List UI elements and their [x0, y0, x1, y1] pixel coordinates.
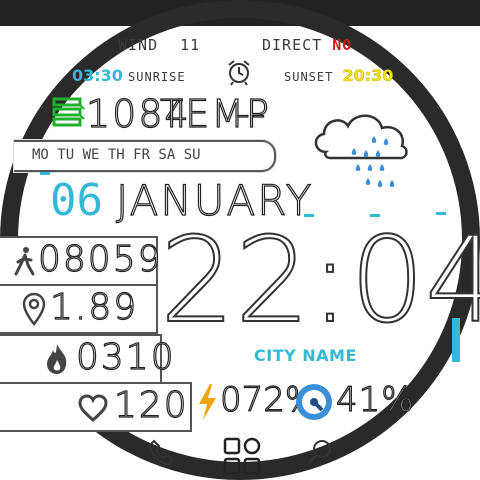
- stat-calories[interactable]: 0310: [0, 334, 174, 384]
- apps-grid-icon[interactable]: [222, 436, 262, 476]
- heart-icon: [78, 394, 108, 422]
- accent-bar: [452, 318, 460, 362]
- clock-time: 22:04: [159, 211, 480, 349]
- stat-distance[interactable]: 1.89: [0, 284, 158, 334]
- walking-person-icon: [14, 247, 35, 276]
- distance-value: 1.89: [49, 287, 139, 328]
- date-day: 06: [50, 175, 103, 226]
- altitude-readout: ALT 249: [204, 3, 276, 22]
- stat-steps[interactable]: 08059: [0, 236, 161, 286]
- weekday-strip: MO TU WE TH FR SA SU: [14, 140, 276, 172]
- sunset-label: SUNSET: [284, 70, 334, 84]
- alarm-clock-icon[interactable]: [225, 58, 253, 86]
- rain-cloud-icon: [314, 114, 408, 187]
- map-pin-icon: [22, 292, 46, 326]
- top-bar: ALT 249: [0, 0, 480, 26]
- humidity-value: 41%: [335, 379, 415, 420]
- heart-rate-value: 120: [113, 385, 189, 426]
- wind-value: 11: [180, 36, 201, 54]
- weekday-labels: MO TU WE TH FR SA SU: [32, 147, 201, 163]
- phone-icon[interactable]: [148, 438, 176, 466]
- stat-heart-rate[interactable]: 120: [0, 382, 192, 432]
- layers-icon: [52, 97, 85, 127]
- sunrise-time: 03:30: [72, 66, 123, 85]
- direction-value: NO: [332, 36, 353, 54]
- flame-icon: [47, 344, 67, 374]
- steps-value: 08059: [37, 239, 163, 280]
- wind-label: WIND: [118, 36, 159, 54]
- wind-readout: WIND 11: [118, 36, 200, 54]
- sunrise-label: SUNRISE: [128, 70, 186, 84]
- sunrise-readout: 03:30 SUNRISE: [72, 66, 186, 85]
- city-name: CITY NAME: [254, 346, 357, 365]
- temp-value: --: [235, 92, 268, 136]
- sunset-readout: SUNSET 20:30: [284, 66, 394, 85]
- direction-readout: DIRECT NO: [262, 36, 352, 54]
- lightning-icon: [199, 384, 216, 420]
- search-icon[interactable]: [306, 438, 334, 466]
- direction-label: DIRECT: [262, 36, 323, 54]
- marker-dash: [40, 172, 50, 175]
- sunset-time: 20:30: [342, 66, 394, 85]
- gauge-icon: [296, 384, 332, 420]
